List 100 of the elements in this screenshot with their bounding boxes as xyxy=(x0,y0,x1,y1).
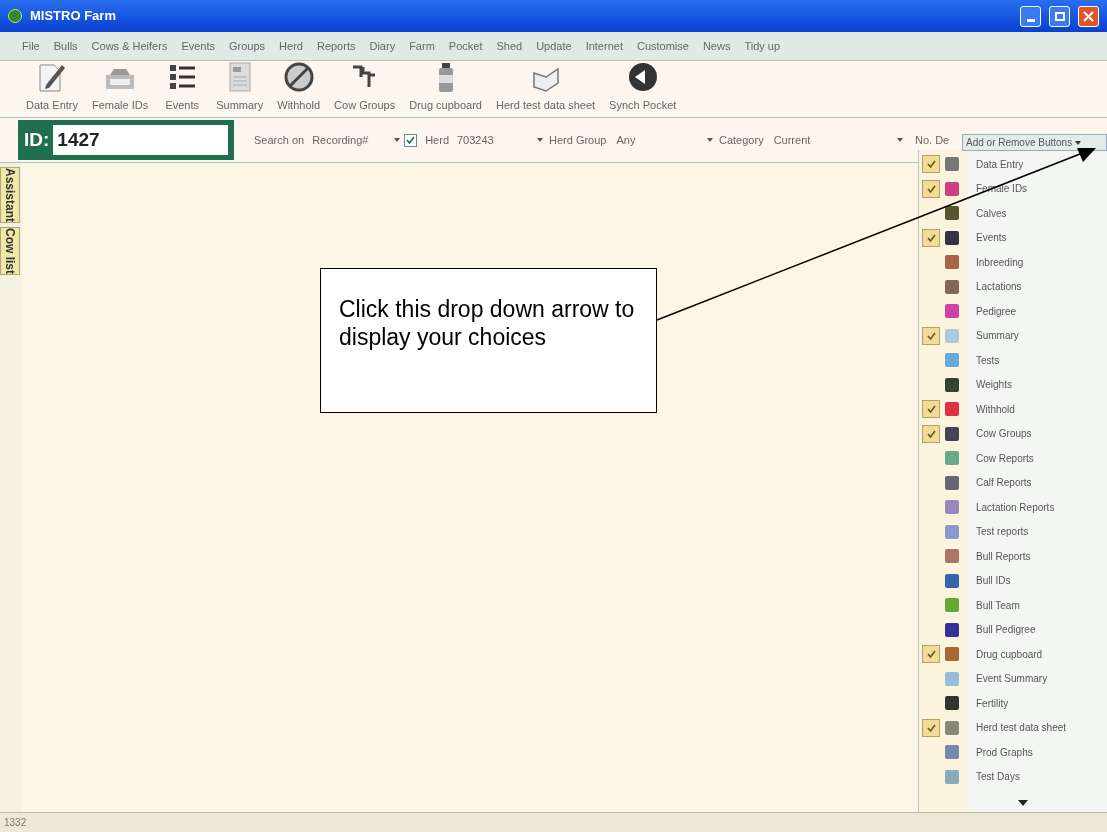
menu-item[interactable]: Test reports xyxy=(919,519,1107,544)
menu-item[interactable]: Event Summary xyxy=(919,666,1107,691)
menu-item[interactable]: Inbreeding xyxy=(919,250,1107,275)
toolbar-button[interactable]: Events xyxy=(156,58,209,113)
menu-item[interactable]: Update xyxy=(536,37,572,55)
id-label: ID: xyxy=(24,127,50,152)
menu-item[interactable]: Tidy up xyxy=(744,37,781,55)
menu-item[interactable]: Internet xyxy=(585,37,623,55)
square-icon xyxy=(945,206,959,221)
toolbar-button[interactable]: Summary xyxy=(210,58,270,113)
herd-checkbox[interactable] xyxy=(404,133,418,147)
maximize-button[interactable] xyxy=(1049,5,1070,27)
menu-item[interactable]: Fertility xyxy=(919,691,1107,716)
menu-item[interactable]: Groups xyxy=(229,37,266,55)
app-icon xyxy=(8,9,22,23)
menu-item[interactable]: Lactations xyxy=(919,274,1107,299)
dropdown-arrow-icon xyxy=(537,138,543,142)
menu-item[interactable]: Bull Team xyxy=(919,593,1107,618)
menu-item[interactable]: Drug cupboard xyxy=(919,642,1107,667)
menu-item[interactable]: Cow Groups xyxy=(919,421,1107,446)
checkmark-icon xyxy=(926,429,936,438)
square-icon xyxy=(945,647,959,662)
toolbar-button[interactable]: Cow Groups xyxy=(328,58,402,113)
menu-item[interactable]: Pedigree xyxy=(919,299,1107,324)
menu-item[interactable]: Weights xyxy=(919,372,1107,397)
square-icon xyxy=(945,500,959,515)
herd-value: 703243 xyxy=(457,132,495,148)
menu-item[interactable]: Bull Reports xyxy=(919,544,1107,569)
close-icon xyxy=(1083,10,1094,22)
menu-item[interactable]: Herd xyxy=(279,37,303,55)
herd-group-dropdown[interactable]: Herd Group Any xyxy=(537,131,707,149)
checkmark-icon xyxy=(926,233,936,242)
menu-item[interactable]: Data Entry xyxy=(919,152,1107,177)
menu-item[interactable]: News xyxy=(702,37,731,55)
menu-item[interactable]: Withhold xyxy=(919,397,1107,422)
checkbox[interactable] xyxy=(922,645,940,664)
menu-item[interactable]: Summary xyxy=(919,323,1107,348)
menu-item[interactable]: Bulls xyxy=(53,37,78,55)
menu-item[interactable]: Tests xyxy=(919,348,1107,373)
toolbar-button[interactable]: Drug cupboard xyxy=(403,58,488,113)
menu-item[interactable]: Cow Reports xyxy=(919,446,1107,471)
square-icon xyxy=(945,157,959,172)
menu-item[interactable]: Herd test data sheet xyxy=(919,715,1107,740)
callout-box: Click this drop down arrow to display your choices xyxy=(320,268,657,413)
checkmark-icon xyxy=(926,650,936,659)
menu-item[interactable]: Bull IDs xyxy=(919,568,1107,593)
toolbar-button[interactable]: Herd test data sheet xyxy=(490,58,602,113)
square-icon xyxy=(945,745,959,760)
window-title: MISTRO Farm xyxy=(30,7,116,26)
square-icon xyxy=(945,255,959,270)
column-header: No. De xyxy=(915,132,950,148)
menu-item[interactable]: Events xyxy=(919,225,1107,250)
menu-item[interactable]: Diary xyxy=(369,37,396,55)
square-icon xyxy=(945,353,959,368)
menu-item[interactable]: Customise xyxy=(636,37,689,55)
menu-item[interactable]: Test Days xyxy=(919,764,1107,789)
square-icon xyxy=(945,451,959,466)
toolbar-button[interactable]: Withhold xyxy=(271,58,327,113)
side-tab[interactable]: Assistant xyxy=(0,167,20,224)
checkmark-icon xyxy=(926,723,936,732)
menu-item[interactable]: Calves xyxy=(919,201,1107,226)
square-icon xyxy=(945,549,959,564)
menu-item[interactable]: Reports xyxy=(316,37,356,55)
toolbar-button[interactable]: Female IDs xyxy=(85,58,155,113)
side-tab[interactable]: Cow list xyxy=(0,227,20,276)
checkbox[interactable] xyxy=(922,155,940,174)
search-on-label: Search on xyxy=(254,132,305,148)
checkmark-icon xyxy=(926,160,936,169)
menu-item[interactable]: Bull Pedigree xyxy=(919,617,1107,642)
dropdown-arrow-icon xyxy=(394,138,401,142)
dropdown-arrow-icon xyxy=(707,138,713,142)
dropdown-arrow-icon xyxy=(897,138,903,142)
checkbox[interactable] xyxy=(922,400,940,419)
menu-item[interactable]: Lactation Reports xyxy=(919,495,1107,520)
square-icon xyxy=(945,696,959,711)
minimize-button[interactable] xyxy=(1020,5,1041,27)
menu-item[interactable]: Cows & Heifers xyxy=(91,37,168,55)
id-field[interactable]: 1427 xyxy=(53,125,228,155)
close-button[interactable] xyxy=(1078,5,1099,27)
menu-item[interactable]: Prod Graphs xyxy=(919,740,1107,765)
menu-item[interactable]: Shed xyxy=(496,37,523,55)
menu-item[interactable]: Farm xyxy=(409,37,435,55)
toolbar-button[interactable]: Synch Pocket xyxy=(603,58,683,113)
herd-label: Herd xyxy=(425,132,449,148)
square-icon xyxy=(945,304,959,319)
search-on-dropdown[interactable]: Recording# xyxy=(312,131,401,149)
menu-item[interactable]: Calf Reports xyxy=(919,470,1107,495)
menu-item[interactable]: Events xyxy=(181,37,215,55)
menu-item[interactable]: Pocket xyxy=(448,37,483,55)
checkmark-icon xyxy=(406,136,416,144)
category-dropdown[interactable]: Category Current xyxy=(707,131,903,149)
dropdown-arrow-icon xyxy=(1075,140,1082,145)
square-icon xyxy=(945,402,959,417)
menu-item[interactable]: File xyxy=(22,37,40,55)
square-icon xyxy=(945,598,959,613)
scroll-down-arrow-icon[interactable] xyxy=(1018,800,1028,806)
toolbar-button[interactable]: Data Entry xyxy=(20,58,84,113)
checkmark-icon xyxy=(926,405,936,414)
add-remove-buttons-dropdown[interactable]: Add or Remove Buttons xyxy=(962,134,1107,151)
checkmark-icon xyxy=(926,184,936,193)
